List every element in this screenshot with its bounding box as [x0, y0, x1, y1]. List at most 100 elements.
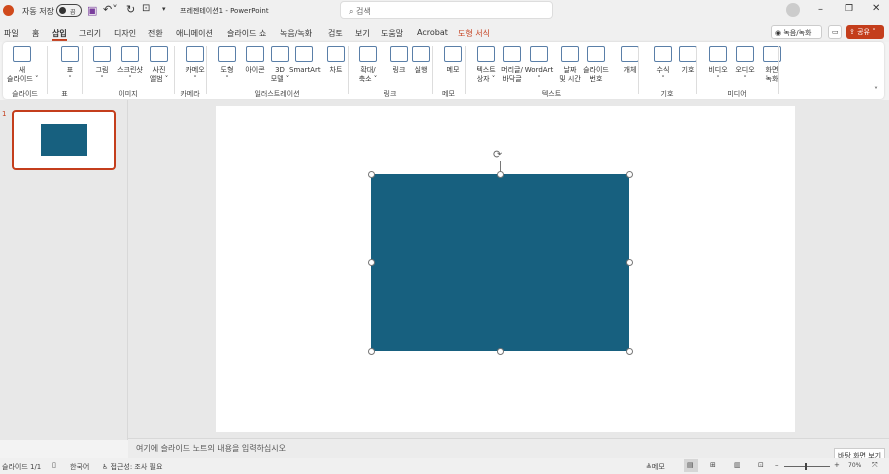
restore-icon[interactable]: ❐ — [845, 4, 853, 14]
share-button[interactable]: ⇪ 공유 ˅ — [846, 25, 884, 39]
ribbon-button-table[interactable]: 표 ˅ — [55, 46, 85, 84]
tab-transitions[interactable]: 전환 — [148, 28, 163, 39]
wordart-icon — [530, 46, 548, 62]
object-icon — [621, 46, 639, 62]
tab-draw[interactable]: 그리기 — [79, 28, 101, 39]
slide-thumbnail[interactable] — [12, 110, 116, 170]
ribbon-button-picture[interactable]: 그림 ˅ — [87, 46, 117, 84]
ribbon-button-label: 스크린샷 ˅ — [117, 66, 143, 83]
resize-handle[interactable] — [367, 170, 375, 178]
slide-canvas[interactable]: ⟳ — [216, 106, 795, 432]
cameo-icon — [186, 46, 204, 62]
ribbon-button-wordart[interactable]: WordArt ˅ — [524, 46, 554, 84]
normal-view-icon[interactable]: ▤ — [684, 459, 698, 472]
tab-slideshow[interactable]: 슬라이드 쇼 — [227, 28, 266, 39]
resize-handle[interactable] — [625, 258, 633, 266]
tab-insert[interactable]: 삽입 — [52, 28, 67, 41]
save-icon[interactable]: ▣ — [87, 4, 97, 17]
fit-slide-icon[interactable]: ⤧ — [872, 461, 878, 470]
slideshow-icon[interactable]: ⊡ — [758, 461, 764, 469]
search-input[interactable]: ⌕ 검색 — [340, 1, 553, 19]
rectangle-shape[interactable] — [371, 174, 629, 351]
record-button[interactable]: ◉ 녹음/녹화 — [771, 25, 822, 39]
ribbon-button-label: 비디오 ˅ — [708, 66, 728, 83]
ribbon-button-new-slide[interactable]: 새 슬라이드 ˅ — [7, 46, 39, 84]
comments-button[interactable]: ▭ — [828, 25, 842, 39]
tab-help[interactable]: 도움말 — [381, 28, 403, 39]
tab-home[interactable]: 홈 — [32, 28, 39, 39]
group-divider — [638, 46, 639, 94]
tab-record[interactable]: 녹음/녹화 — [280, 28, 312, 39]
zoom-in-button[interactable]: + — [834, 461, 840, 469]
account-avatar[interactable] — [786, 3, 800, 17]
ribbon-button-video[interactable]: 비디오 ˅ — [703, 46, 733, 84]
zoom-out-button[interactable]: – — [775, 461, 779, 469]
rotate-handle[interactable]: ⟳ — [493, 148, 502, 161]
tab-animations[interactable]: 애니메이션 — [176, 28, 213, 39]
ribbon-button-label: 오디오 ˅ — [735, 66, 755, 83]
ribbon-button-label: 기호 — [681, 66, 695, 74]
group-divider — [696, 46, 697, 94]
ribbon-button-shapes[interactable]: 도형 ˅ — [212, 46, 242, 84]
ribbon-button-header-footer[interactable]: 머리글/ 바닥글 — [497, 46, 527, 84]
tab-acrobat[interactable]: Acrobat — [417, 28, 448, 37]
presentation-icon[interactable]: ⊡ — [142, 3, 150, 14]
ribbon-button-smartart[interactable]: SmartArt — [289, 46, 321, 75]
reading-view-icon[interactable]: ▥ — [734, 461, 741, 469]
notes-toggle[interactable]: ≜메모 — [646, 462, 665, 472]
status-bar: 슬라이드 1/1 ▯ 한국어 ♿ 접근성: 조사 필요 ≜메모 ▤ ⊞ ▥ ⊡ … — [0, 458, 889, 474]
ribbon-button-zoom[interactable]: 확대/ 축소 ˅ — [353, 46, 383, 84]
spell-check-icon[interactable]: ▯ — [52, 461, 56, 469]
resize-handle[interactable] — [367, 347, 375, 355]
group-divider — [174, 46, 175, 94]
tab-shape-format[interactable]: 도형 서식 — [458, 28, 490, 39]
ribbon-button-audio[interactable]: 오디오 ˅ — [730, 46, 760, 84]
ribbon-button-label: 그림 ˅ — [95, 66, 109, 83]
ribbon-group-label: 텍스트 — [541, 90, 562, 98]
ribbon-group-label: 슬라이드 — [12, 90, 38, 98]
ribbon-group-label: 표 — [61, 90, 68, 98]
resize-handle[interactable] — [625, 347, 633, 355]
ribbon-button-slide-number[interactable]: 슬라이드 번호 — [581, 46, 611, 84]
notes-pane[interactable]: 여기에 슬라이드 노트의 내용을 입력하십시오 — [128, 438, 889, 458]
picture-icon — [93, 46, 111, 62]
language-label[interactable]: 한국어 — [70, 462, 89, 472]
zoom-level[interactable]: 70% — [848, 462, 861, 469]
undo-icon[interactable]: ↶˅ — [103, 3, 118, 16]
group-divider — [82, 46, 83, 94]
ribbon-button-screen-recording[interactable]: 화면 녹화 — [757, 46, 787, 84]
tab-design[interactable]: 디자인 — [114, 28, 136, 39]
ribbon-button-symbol[interactable]: 기호 — [673, 46, 703, 75]
tab-file[interactable]: 파일 — [4, 28, 19, 39]
header-footer-icon — [503, 46, 521, 62]
group-divider — [206, 46, 207, 94]
resize-handle[interactable] — [496, 170, 504, 178]
photo-album-icon — [150, 46, 168, 62]
redo-icon[interactable]: ↻ — [126, 3, 135, 16]
ribbon-button-screenshot[interactable]: 스크린샷 ˅ — [115, 46, 145, 84]
tab-view[interactable]: 보기 — [355, 28, 370, 39]
ribbon-button-label: 사진 앨범 ˅ — [149, 66, 169, 83]
slide-number-icon — [587, 46, 605, 62]
ribbon-button-label: 슬라이드 번호 — [583, 66, 609, 83]
ribbon-button-chart[interactable]: 차트 — [321, 46, 351, 75]
comment-icon — [444, 46, 462, 62]
accessibility-status[interactable]: ♿ 접근성: 조사 필요 — [102, 462, 162, 472]
ribbon-button-photo-album[interactable]: 사진 앨범 ˅ — [144, 46, 174, 84]
minimize-icon[interactable]: – — [818, 4, 823, 15]
zoom-slider[interactable] — [784, 463, 830, 470]
tab-review[interactable]: 검토 — [328, 28, 343, 39]
customize-qat-icon[interactable]: ▾ — [162, 5, 166, 13]
ribbon: 새 슬라이드 ˅ 표 ˅ 그림 ˅ 스크린샷 ˅ 사진 앨범 ˅ 카메오 ˅ 도형 ˅ 아이콘… — [3, 42, 884, 99]
resize-handle[interactable] — [496, 347, 504, 355]
ribbon-button-comment[interactable]: 메모 — [438, 46, 468, 75]
resize-handle[interactable] — [625, 170, 633, 178]
group-divider — [465, 46, 466, 94]
resize-handle[interactable] — [367, 258, 375, 266]
ribbon-tabs: 파일 홈 삽입 그리기 디자인 전환 애니메이션 슬라이드 쇼 녹음/녹화 검토… — [0, 22, 889, 42]
slide-sorter-icon[interactable]: ⊞ — [710, 461, 716, 469]
ribbon-button-object[interactable]: 개체 — [615, 46, 645, 75]
autosave-toggle[interactable]: 끔 — [56, 4, 82, 17]
collapse-ribbon-icon[interactable]: ˅ — [874, 86, 878, 95]
close-icon[interactable]: ✕ — [872, 3, 880, 14]
